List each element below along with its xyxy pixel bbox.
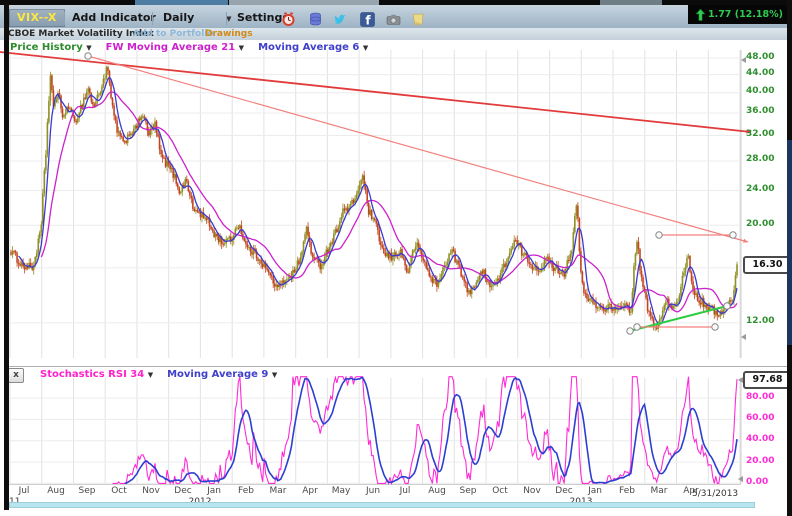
- price-axis-label: 12.00: [746, 316, 790, 326]
- close-indicator-button[interactable]: x: [8, 368, 24, 383]
- month-label: Sep: [453, 486, 483, 496]
- chart-canvas: [0, 0, 792, 516]
- month-label: Dec: [549, 486, 579, 496]
- price-legend: Price History ▼ FW Moving Average 21 ▼ M…: [10, 42, 368, 53]
- price-axis-label: 32.00: [746, 129, 790, 139]
- last-indicator-box: 97.68: [743, 371, 792, 389]
- month-label: Jun: [358, 486, 388, 496]
- month-label: Mar: [644, 486, 674, 496]
- left-window-border: [4, 5, 9, 510]
- indicator-legend: Stochastics RSI 34 ▼ Moving Average 9 ▼: [40, 369, 277, 380]
- month-label: Aug: [41, 486, 71, 496]
- gridlines: [4, 50, 787, 485]
- price-axis-label: 40.00: [746, 86, 790, 96]
- chevron-down-icon[interactable]: ▼: [272, 371, 277, 379]
- chevron-down-icon[interactable]: ▼: [239, 44, 244, 52]
- right-scrollbar[interactable]: [787, 140, 792, 345]
- price-axis-label: 48.00: [746, 52, 790, 62]
- month-label: Mar: [263, 486, 293, 496]
- legend-price-history[interactable]: Price History ▼: [10, 42, 92, 53]
- ma6-line: [19, 77, 737, 324]
- month-label: Nov: [136, 486, 166, 496]
- indicator-axis-label: 60.00: [746, 413, 790, 423]
- chevron-down-icon[interactable]: ▼: [148, 371, 153, 379]
- ma21-line: [41, 92, 737, 312]
- month-label: Aug: [422, 486, 452, 496]
- month-label: Feb: [231, 486, 261, 496]
- axis-scroll-arrow[interactable]: [741, 334, 746, 340]
- trendline-drawings[interactable]: [0, 52, 751, 334]
- month-label: Oct: [104, 486, 134, 496]
- month-label: Apr: [295, 486, 325, 496]
- price-axis-label: 36.00: [746, 106, 790, 116]
- month-label: Jul: [9, 486, 39, 496]
- legend-stoch-rsi[interactable]: Stochastics RSI 34 ▼: [40, 369, 153, 380]
- indicator-axis-label: 0.00: [746, 477, 790, 487]
- month-label: May: [326, 486, 356, 496]
- axis-scroll-arrow[interactable]: [741, 57, 746, 63]
- price-axis-label: 24.00: [746, 184, 790, 194]
- candlestick-series: [10, 66, 738, 333]
- price-axis-label: 44.00: [746, 68, 790, 78]
- indicator-axis-label: 40.00: [746, 434, 790, 444]
- legend-ma9[interactable]: Moving Average 9 ▼: [167, 369, 277, 380]
- indicator-axis-label: 20.00: [746, 456, 790, 466]
- price-axis-label: 20.00: [746, 219, 790, 229]
- chevron-down-icon[interactable]: ▼: [86, 44, 91, 52]
- month-label: Jan: [199, 486, 229, 496]
- app-window: VIX--X Add Indicator Daily ▼ Settings f: [0, 0, 792, 516]
- indicator-axis-label: 80.00: [746, 392, 790, 402]
- last-price-box: 16.30: [743, 256, 792, 274]
- month-label: Nov: [517, 486, 547, 496]
- axis-scroll-arrow[interactable]: [738, 476, 743, 482]
- month-label: Oct: [485, 486, 515, 496]
- price-axis-label: 28.00: [746, 154, 790, 164]
- month-label: Feb: [612, 486, 642, 496]
- axis-scroll-arrow[interactable]: [738, 377, 743, 383]
- month-label: Jul: [390, 486, 420, 496]
- month-label: Sep: [72, 486, 102, 496]
- end-date-label: 5/31/2013: [692, 489, 738, 499]
- legend-ma6[interactable]: Moving Average 6 ▼: [258, 42, 368, 53]
- month-label: Jan: [580, 486, 610, 496]
- chevron-down-icon[interactable]: ▼: [363, 44, 368, 52]
- month-label: Dec: [168, 486, 198, 496]
- horizontal-scrollbar[interactable]: [9, 502, 755, 508]
- stoch-rsi-line: [113, 377, 738, 484]
- legend-ma21[interactable]: FW Moving Average 21 ▼: [106, 42, 244, 53]
